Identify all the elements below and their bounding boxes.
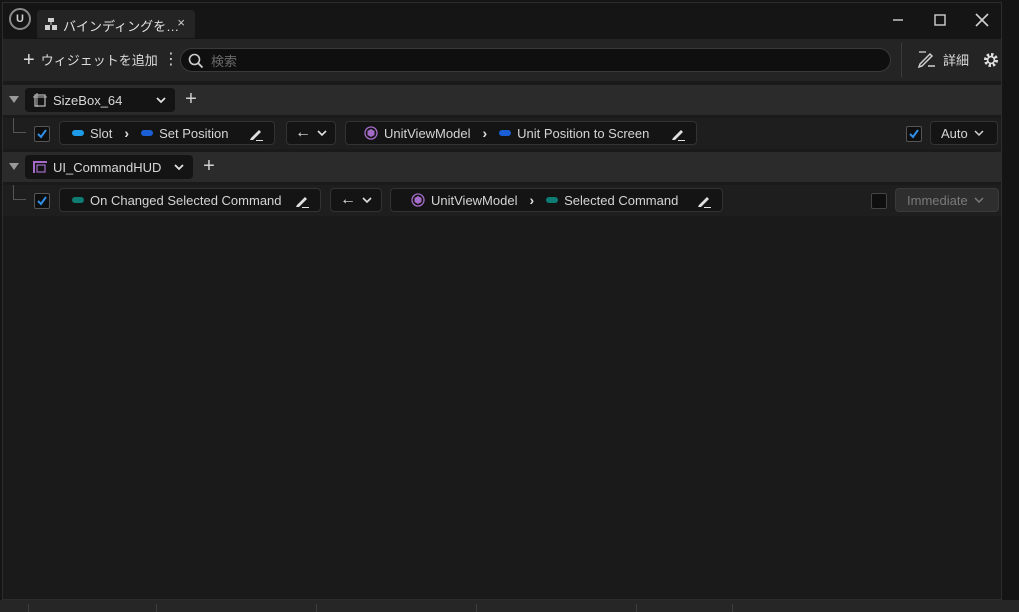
source-path-segment: Unit Position to Screen [517, 125, 650, 141]
details-label: 詳細 [943, 52, 970, 68]
group-row-sizebox: SizeBox_64 + [3, 85, 1001, 115]
chevron-down-icon [362, 197, 372, 204]
widget-path-segment: On Changed Selected Command [90, 192, 282, 208]
widget-selector-commandhud[interactable]: UI_CommandHUD [25, 155, 193, 179]
add-widget-label: ウィジェットを追加 [40, 53, 158, 68]
widget-property-field[interactable]: On Changed Selected Command [59, 188, 321, 212]
search-input[interactable] [209, 51, 873, 71]
binding-enabled-checkbox[interactable] [34, 193, 50, 209]
expand-arrow-icon[interactable] [9, 163, 19, 170]
widget-selector-sizebox[interactable]: SizeBox_64 [25, 88, 175, 112]
maximize-icon[interactable] [929, 9, 951, 31]
chevron-down-icon [156, 97, 166, 104]
source-path-segment: Selected Command [564, 192, 679, 208]
title-bar: U バインディングを… × [3, 3, 1001, 39]
tree-connector [13, 185, 26, 200]
hierarchy-icon [45, 18, 57, 30]
binding-direction-dropdown[interactable]: ← [330, 188, 382, 212]
path-separator-icon: › [529, 192, 535, 208]
plus-icon: + [23, 48, 35, 71]
sizebox-icon [33, 93, 47, 107]
details-button[interactable]: 詳細 [917, 49, 969, 69]
tab-bindings[interactable]: バインディングを… × [37, 10, 195, 38]
expand-arrow-icon[interactable] [9, 96, 19, 103]
chevron-down-icon [317, 130, 327, 137]
add-widget-button[interactable]: + ウィジェットを追加 [23, 48, 158, 71]
viewmodel-icon [364, 126, 378, 140]
search-icon [188, 53, 204, 69]
tab-close-icon[interactable]: × [177, 15, 185, 30]
execution-mode-value: Auto [941, 125, 968, 141]
search-box [180, 48, 891, 72]
widget-path-segment: Slot [90, 125, 113, 141]
chevron-down-icon [974, 197, 984, 204]
group-row-commandhud: UI_CommandHUD + [3, 152, 1001, 182]
pencil-icon[interactable] [248, 126, 264, 142]
pencil-icon[interactable] [696, 193, 712, 209]
group-name: UI_CommandHUD [53, 159, 162, 175]
binding-row: On Changed Selected Command ← UnitViewMo… [3, 185, 1001, 216]
event-pill-icon [72, 197, 84, 203]
toolbar: + ウィジェットを追加 ⋮ 詳細 [3, 39, 1001, 81]
settings-gear-icon[interactable] [981, 50, 1001, 70]
details-edit-icon [917, 51, 935, 69]
path-separator-icon: › [482, 125, 488, 141]
pencil-icon[interactable] [670, 126, 686, 142]
direction-arrow: ← [340, 191, 356, 208]
execution-mode-dropdown[interactable]: Auto [930, 121, 998, 145]
viewmodel-property-field[interactable]: UnitViewModel › Selected Command [390, 188, 723, 212]
property-pill-icon [546, 197, 559, 203]
bindings-window: U バインディングを… × + ウィジェットを追加 ⋮ 検索 詳細 SizeBo… [2, 2, 1002, 600]
more-options-icon[interactable]: ⋮ [163, 50, 179, 70]
binding-row: Slot › Set Position ← UnitViewModel › Un… [3, 118, 1001, 149]
source-path-segment: UnitViewModel [431, 192, 518, 208]
path-separator-icon: › [124, 125, 130, 141]
execution-mode-value: Immediate [907, 192, 968, 208]
add-binding-button[interactable]: + [199, 155, 219, 179]
viewmodel-property-field[interactable]: UnitViewModel › Unit Position to Screen [345, 121, 697, 145]
property-pill-icon [72, 130, 84, 136]
binding-direction-dropdown[interactable]: ← [286, 121, 336, 145]
toolbar-divider [901, 43, 902, 77]
mode-enabled-checkbox[interactable] [906, 126, 922, 142]
chevron-down-icon [974, 130, 984, 137]
add-binding-button[interactable]: + [181, 88, 201, 112]
direction-arrow: ← [295, 124, 311, 141]
window-frame-edge [1003, 0, 1019, 612]
tab-title: バインディングを… [63, 19, 180, 34]
binding-enabled-checkbox[interactable] [34, 126, 50, 142]
binding-list-empty-area [3, 218, 1001, 598]
widget-property-field[interactable]: Slot › Set Position [59, 121, 275, 145]
source-path-segment: UnitViewModel [384, 125, 471, 141]
viewmodel-icon [411, 193, 425, 207]
execution-mode-dropdown[interactable]: Immediate [895, 188, 999, 212]
pencil-icon[interactable] [294, 193, 310, 209]
tree-connector [13, 118, 26, 133]
group-name: SizeBox_64 [53, 92, 123, 108]
chevron-down-icon [174, 164, 184, 171]
mode-enabled-checkbox[interactable] [871, 193, 887, 209]
property-pill-icon [499, 130, 512, 136]
close-window-icon[interactable] [971, 9, 993, 31]
unreal-logo-icon: U [9, 8, 31, 30]
widget-path-segment: Set Position [159, 125, 229, 141]
status-bar [0, 600, 1019, 612]
function-pill-icon [141, 130, 154, 136]
minimize-icon[interactable] [887, 9, 909, 31]
user-widget-icon [33, 161, 47, 173]
